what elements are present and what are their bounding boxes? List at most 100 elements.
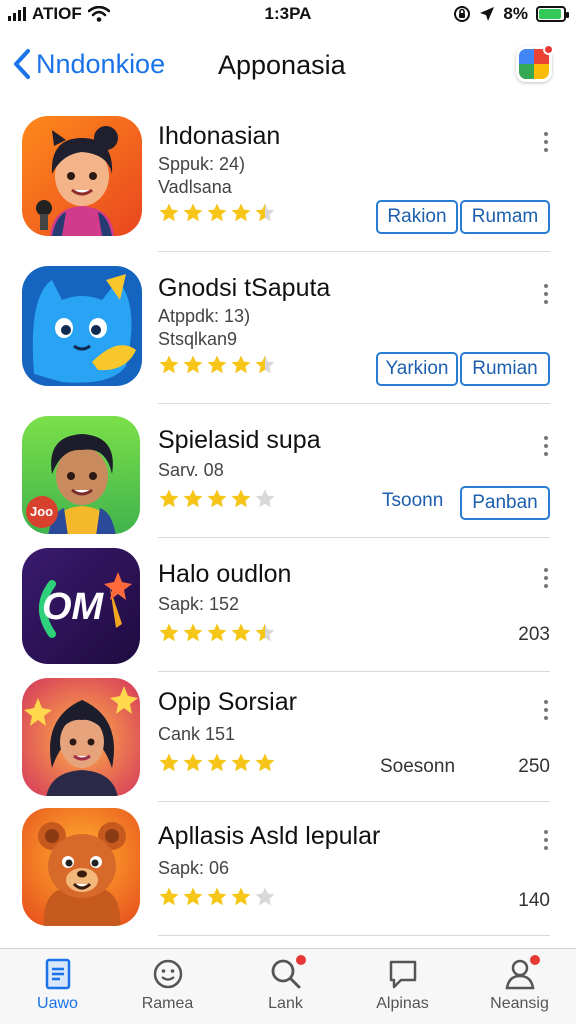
- app-link-text[interactable]: Tsoonn: [382, 490, 443, 512]
- app-row[interactable]: OM Halo oudlon Sapk: 152 203: [0, 538, 576, 672]
- app-row[interactable]: Gnodsi tSaputa Atppdk: 13) Stsqlkan9 Yar…: [0, 252, 576, 404]
- star-icon: [255, 753, 275, 772]
- star-icon: [231, 203, 251, 222]
- star-icon: [231, 623, 251, 642]
- chat-bubble-icon: [386, 957, 420, 991]
- star-icon: [159, 355, 179, 374]
- tab-neansig[interactable]: Neansig: [462, 955, 576, 1013]
- app-row[interactable]: Apllasis Asld lepular Sapk: 06 140: [0, 802, 576, 936]
- tab-label: Ramea: [141, 995, 194, 1012]
- app-subtitle: Sapk: 152: [158, 594, 240, 614]
- app-row[interactable]: Joo Spielasid supa Sarv. 08 Tsoonn Panba…: [0, 404, 576, 538]
- star-icon: [183, 355, 203, 374]
- star-icon: [183, 887, 203, 906]
- star-icon: [231, 753, 251, 772]
- tab-ramea[interactable]: Ramea: [110, 957, 225, 1013]
- star-icon: [255, 887, 275, 906]
- app-title: Halo oudlon: [158, 560, 292, 588]
- star-icon: [183, 203, 203, 222]
- app-subtitle: Sppuk: 24): [158, 154, 246, 174]
- woman-avatar-icon: [22, 678, 140, 796]
- star-icon: [255, 355, 275, 374]
- star-icon: [207, 489, 227, 508]
- star-rating: [158, 622, 276, 644]
- location-arrow-icon: [480, 7, 495, 21]
- app-list: Ihdonasian Sppuk: 24) Vadlsana Rakion Ru…: [0, 100, 576, 936]
- back-button[interactable]: Nndonkioe: [12, 48, 165, 80]
- star-icon: [159, 489, 179, 508]
- tab-uawo[interactable]: Uawo: [0, 957, 115, 1013]
- more-options-icon[interactable]: [542, 132, 550, 152]
- star-icon: [207, 203, 227, 222]
- tab-alpinas[interactable]: Alpinas: [345, 957, 460, 1013]
- tab-label: Uawo: [37, 995, 78, 1012]
- star-icon: [255, 203, 275, 222]
- blue-cat-icon: [22, 266, 142, 386]
- star-rating: [158, 354, 276, 376]
- search-icon: [269, 955, 306, 991]
- battery-percent: 8%: [503, 4, 528, 23]
- star-icon: [207, 887, 227, 906]
- app-title: Spielasid supa: [158, 426, 321, 454]
- star-icon: [183, 623, 203, 642]
- chevron-left-icon: [14, 49, 30, 79]
- star-icon: [255, 489, 275, 508]
- download-count: 140: [518, 890, 550, 911]
- star-icon: [183, 489, 203, 508]
- divider: [158, 935, 550, 936]
- star-icon: [207, 623, 227, 642]
- profile-avatar[interactable]: [516, 44, 554, 82]
- app-row[interactable]: Opip Sorsiar Cank 151 Soesonn 250: [0, 672, 576, 802]
- star-rating: [158, 886, 276, 908]
- notification-dot: [543, 44, 554, 55]
- app-row[interactable]: Ihdonasian Sppuk: 24) Vadlsana Rakion Ru…: [0, 100, 576, 252]
- tab-label: Neansig: [490, 995, 549, 1012]
- action-button[interactable]: Rakion: [376, 200, 458, 234]
- star-icon: [207, 753, 227, 772]
- notification-dot: [295, 955, 306, 965]
- battery-icon: [536, 6, 569, 22]
- action-button[interactable]: Rumam: [460, 200, 550, 234]
- star-icon: [255, 623, 275, 642]
- battery-fill: [539, 9, 561, 19]
- more-options-icon[interactable]: [542, 568, 550, 588]
- person-icon: [503, 955, 540, 991]
- star-rating: [158, 488, 276, 510]
- smiley-icon: [151, 957, 185, 991]
- girl-avatar-icon: [22, 116, 142, 236]
- star-rating: [158, 202, 276, 224]
- more-options-icon[interactable]: [542, 830, 550, 850]
- more-options-icon[interactable]: [542, 284, 550, 304]
- icon-badge-text: Joo: [30, 504, 54, 519]
- icon-logo-text: OM: [42, 586, 104, 628]
- boy-avatar-icon: Joo: [22, 416, 140, 534]
- star-icon: [231, 887, 251, 906]
- app-title: Opip Sorsiar: [158, 688, 297, 716]
- download-count: 203: [518, 624, 550, 645]
- bear-icon: [22, 808, 140, 926]
- tab-bar: Uawo Ramea Lank Alpinas Neansig: [0, 948, 576, 1024]
- rotation-lock-icon: [454, 6, 471, 22]
- star-rating: [158, 752, 276, 774]
- app-subtitle: Sapk: 06: [158, 858, 230, 878]
- navigation-bar: Nndonkioe Apponasia: [0, 38, 576, 94]
- action-button[interactable]: Panban: [460, 486, 550, 520]
- document-icon: [41, 957, 75, 991]
- star-icon: [159, 623, 179, 642]
- star-icon: [231, 355, 251, 374]
- action-button[interactable]: Rumian: [460, 352, 550, 386]
- status-right: 8%: [453, 4, 569, 24]
- download-count: 250: [518, 756, 550, 777]
- star-icon: [183, 753, 203, 772]
- app-category: Stsqlkan9: [158, 329, 238, 349]
- app-category: Vadlsana: [158, 177, 232, 197]
- app-status-text: Soesonn: [380, 756, 456, 777]
- action-button[interactable]: Yarkion: [376, 352, 458, 386]
- om-logo-icon: OM: [22, 548, 140, 664]
- tab-label: Alpinas: [376, 995, 429, 1012]
- more-options-icon[interactable]: [542, 700, 550, 720]
- app-title: Ihdonasian: [158, 122, 281, 150]
- tab-lank[interactable]: Lank: [228, 955, 343, 1013]
- star-icon: [159, 203, 179, 222]
- more-options-icon[interactable]: [542, 436, 550, 456]
